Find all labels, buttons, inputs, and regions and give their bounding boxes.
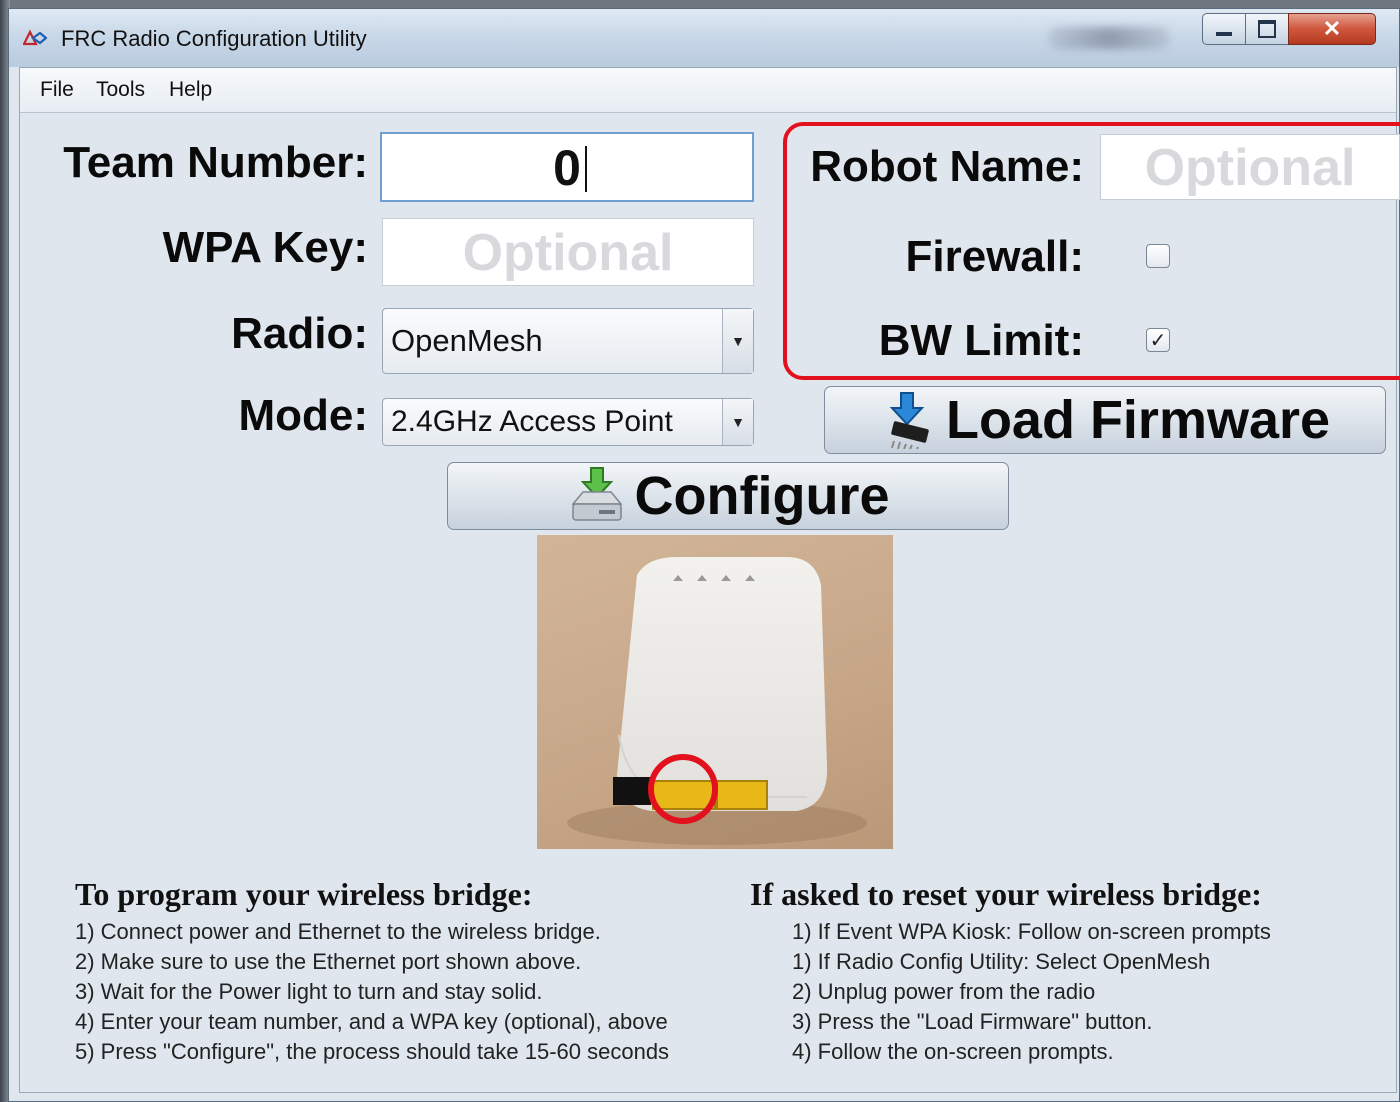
team-number-value: 0 (553, 140, 581, 196)
window-title: FRC Radio Configuration Utility (61, 26, 367, 51)
radio-value: OpenMesh (391, 323, 543, 358)
configure-label: Configure (634, 466, 890, 526)
load-firmware-label: Load Firmware (945, 390, 1331, 450)
close-button[interactable]: ✕ (1288, 13, 1376, 45)
reset-heading: If asked to reset your wireless bridge: (750, 876, 1262, 912)
minimize-button[interactable] (1202, 13, 1246, 45)
robot-name-placeholder: Optional (1144, 139, 1356, 197)
menu-file[interactable]: File (40, 78, 74, 102)
program-step: 1) Connect power and Ethernet to the wir… (75, 919, 601, 944)
blurred-overlay (1049, 27, 1169, 49)
maximize-icon (1258, 20, 1276, 38)
radio-select[interactable]: OpenMesh ▼ (382, 308, 754, 374)
mode-value: 2.4GHz Access Point (391, 405, 673, 438)
reset-step: 2) Unplug power from the radio (792, 979, 1096, 1004)
program-heading: To program your wireless bridge: (75, 876, 533, 912)
program-step: 2) Make sure to use the Ethernet port sh… (75, 949, 582, 974)
bw-limit-checkbox[interactable]: ✓ (1146, 328, 1170, 352)
drive-download-icon (570, 467, 623, 521)
text-cursor (585, 146, 587, 192)
configure-button[interactable]: Configure (447, 462, 1009, 530)
mode-label: Mode: (238, 391, 368, 440)
wpa-key-placeholder: Optional (462, 224, 674, 282)
chip-download-icon (889, 392, 929, 449)
bw-limit-label: BW Limit: (878, 316, 1084, 365)
program-step: 3) Wait for the Power light to turn and … (75, 979, 543, 1004)
maximize-button[interactable] (1245, 13, 1289, 45)
chevron-down-icon[interactable]: ▼ (722, 399, 753, 445)
title-bar[interactable]: FRC Radio Configuration Utility ✕ (9, 9, 1399, 67)
wpa-key-label: WPA Key: (162, 223, 368, 272)
reset-step: 1) If Event WPA Kiosk: Follow on-screen … (792, 919, 1271, 944)
team-number-input[interactable]: 0 (380, 132, 754, 202)
frc-logo-icon (23, 29, 47, 46)
checkmark-icon: ✓ (1149, 329, 1167, 352)
mode-select[interactable]: 2.4GHz Access Point ▼ (382, 398, 754, 446)
client-area: File Tools Help Team Number: 0 WPA Key: … (19, 67, 1400, 1093)
radio-photo (537, 535, 893, 849)
chevron-down-icon[interactable]: ▼ (722, 309, 753, 373)
program-step: 4) Enter your team number, and a WPA key… (75, 1009, 668, 1034)
program-step: 5) Press "Configure", the process should… (75, 1039, 670, 1064)
reset-step: 1) If Radio Config Utility: Select OpenM… (792, 949, 1211, 974)
menu-help[interactable]: Help (169, 78, 212, 102)
team-number-label: Team Number: (63, 138, 368, 187)
openmesh-radio-image (567, 557, 867, 845)
menu-bar: File Tools Help (20, 68, 1396, 113)
reset-step: 4) Follow the on-screen prompts. (792, 1039, 1114, 1064)
reset-step: 3) Press the "Load Firmware" button. (792, 1009, 1153, 1034)
minimize-icon (1216, 32, 1232, 36)
firewall-label: Firewall: (905, 232, 1085, 281)
radio-label: Radio: (231, 309, 368, 358)
ethernet-port-highlighted (652, 780, 716, 810)
app-window: FRC Radio Configuration Utility ✕ File T… (8, 8, 1400, 1102)
firewall-checkbox[interactable] (1146, 244, 1170, 268)
robot-name-input[interactable]: Optional (1100, 134, 1400, 200)
wpa-key-input[interactable]: Optional (382, 218, 754, 286)
load-firmware-button[interactable]: Load Firmware (824, 386, 1386, 454)
close-icon: ✕ (1322, 16, 1342, 41)
menu-tools[interactable]: Tools (96, 78, 145, 102)
robot-name-label: Robot Name: (810, 142, 1084, 191)
